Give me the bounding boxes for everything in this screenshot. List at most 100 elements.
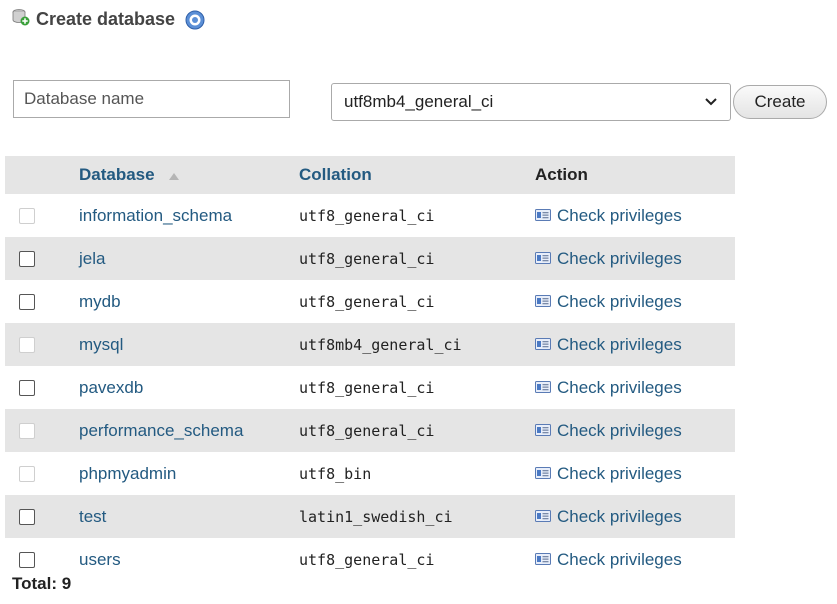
check-privileges-link[interactable]: Check privileges	[535, 421, 682, 441]
database-link[interactable]: performance_schema	[79, 421, 243, 440]
database-name-cell: mysql	[67, 323, 289, 366]
database-link[interactable]: phpmyadmin	[79, 464, 176, 483]
collation-value: utf8_general_ci	[299, 421, 435, 440]
collation-select-value: utf8mb4_general_ci	[344, 92, 494, 111]
database-name-cell: performance_schema	[67, 409, 289, 452]
row-checkbox	[19, 337, 35, 354]
page-title: Create database	[36, 9, 176, 29]
create-button[interactable]: Create	[733, 85, 827, 119]
check-privileges-label: Check privileges	[557, 463, 682, 483]
collation-select[interactable]: utf8mb4_general_ci	[331, 83, 731, 121]
database-name-cell: phpmyadmin	[67, 452, 289, 495]
row-checkbox	[19, 208, 35, 225]
row-checkbox	[19, 423, 35, 440]
database-name-cell: users	[67, 538, 289, 581]
collation-cell: utf8_general_ci	[289, 366, 531, 409]
database-name-input[interactable]	[13, 80, 290, 118]
row-checkbox-cell	[5, 237, 67, 280]
row-checkbox[interactable]	[19, 380, 35, 397]
row-checkbox[interactable]	[19, 509, 35, 526]
select-column-header	[5, 156, 67, 194]
check-privileges-link[interactable]: Check privileges	[535, 507, 682, 527]
collation-cell: latin1_swedish_ci	[289, 495, 531, 538]
collation-value: utf8_bin	[299, 464, 372, 483]
table-row: information_schema utf8_general_ci Check p…	[5, 194, 735, 237]
row-checkbox-cell	[5, 409, 67, 452]
database-link[interactable]: users	[79, 550, 121, 569]
collation-value: utf8_general_ci	[299, 292, 435, 311]
action-cell: Check privileges	[531, 280, 735, 323]
action-column-header: Action	[531, 156, 735, 194]
row-checkbox-cell	[5, 452, 67, 495]
collation-header-label: Collation	[299, 165, 372, 184]
database-name-cell: information_schema	[67, 194, 289, 237]
database-name-cell: test	[67, 495, 289, 538]
collation-cell: utf8_general_ci	[289, 409, 531, 452]
privileges-icon	[535, 550, 551, 570]
table-header-row: Database Collation Action	[5, 156, 735, 194]
database-header-label: Database	[79, 164, 155, 184]
row-checkbox[interactable]	[19, 251, 35, 268]
collation-value: latin1_swedish_ci	[299, 507, 453, 526]
row-checkbox[interactable]	[19, 552, 35, 569]
check-privileges-link[interactable]: Check privileges	[535, 249, 682, 269]
check-privileges-label: Check privileges	[557, 506, 682, 526]
collation-value: utf8_general_ci	[299, 249, 435, 268]
table-row: test latin1_swedish_ci Check privileges	[5, 495, 735, 538]
privileges-icon	[535, 206, 551, 226]
privileges-icon	[535, 249, 551, 269]
sort-ascending-icon	[169, 165, 180, 185]
check-privileges-label: Check privileges	[557, 420, 682, 440]
row-checkbox-cell	[5, 366, 67, 409]
row-checkbox-cell	[5, 323, 67, 366]
action-cell: Check privileges	[531, 409, 735, 452]
database-link[interactable]: test	[79, 507, 106, 526]
check-privileges-label: Check privileges	[557, 205, 682, 225]
privileges-icon	[535, 335, 551, 355]
database-column-header[interactable]: Database	[67, 156, 289, 194]
action-header-label: Action	[535, 165, 588, 184]
row-checkbox-cell	[5, 194, 67, 237]
database-link[interactable]: pavexdb	[79, 378, 143, 397]
database-link[interactable]: mysql	[79, 335, 123, 354]
collation-cell: utf8_bin	[289, 452, 531, 495]
help-icon[interactable]	[185, 10, 205, 30]
check-privileges-link[interactable]: Check privileges	[535, 378, 682, 398]
action-cell: Check privileges	[531, 194, 735, 237]
privileges-icon	[535, 464, 551, 484]
total-count: Total: 9	[12, 574, 72, 593]
collation-cell: utf8_general_ci	[289, 280, 531, 323]
table-row: jela utf8_general_ci Check privileges	[5, 237, 735, 280]
row-checkbox[interactable]	[19, 294, 35, 311]
database-link[interactable]: mydb	[79, 292, 121, 311]
check-privileges-link[interactable]: Check privileges	[535, 206, 682, 226]
check-privileges-link[interactable]: Check privileges	[535, 550, 682, 570]
database-name-cell: mydb	[67, 280, 289, 323]
action-cell: Check privileges	[531, 366, 735, 409]
check-privileges-label: Check privileges	[557, 334, 682, 354]
collation-cell: utf8mb4_general_ci	[289, 323, 531, 366]
table-row: performance_schema utf8_general_ci Check p…	[5, 409, 735, 452]
table-row: mysql utf8mb4_general_ci Check privileges	[5, 323, 735, 366]
collation-cell: utf8_general_ci	[289, 194, 531, 237]
check-privileges-label: Check privileges	[557, 549, 682, 569]
check-privileges-link[interactable]: Check privileges	[535, 335, 682, 355]
action-cell: Check privileges	[531, 452, 735, 495]
check-privileges-label: Check privileges	[557, 291, 682, 311]
chevron-down-icon	[704, 92, 718, 112]
database-link[interactable]: information_schema	[79, 206, 232, 225]
table-row: users utf8_general_ci Check privileges	[5, 538, 735, 581]
database-name-cell: pavexdb	[67, 366, 289, 409]
check-privileges-link[interactable]: Check privileges	[535, 464, 682, 484]
collation-value: utf8mb4_general_ci	[299, 335, 462, 354]
collation-column-header[interactable]: Collation	[289, 156, 531, 194]
row-checkbox-cell	[5, 495, 67, 538]
row-checkbox-cell	[5, 280, 67, 323]
check-privileges-link[interactable]: Check privileges	[535, 292, 682, 312]
table-row: pavexdb utf8_general_ci Check privileges	[5, 366, 735, 409]
database-link[interactable]: jela	[79, 249, 105, 268]
privileges-icon	[535, 507, 551, 527]
database-add-icon	[12, 8, 30, 31]
database-name-cell: jela	[67, 237, 289, 280]
table-row: mydb utf8_general_ci Check privileges	[5, 280, 735, 323]
